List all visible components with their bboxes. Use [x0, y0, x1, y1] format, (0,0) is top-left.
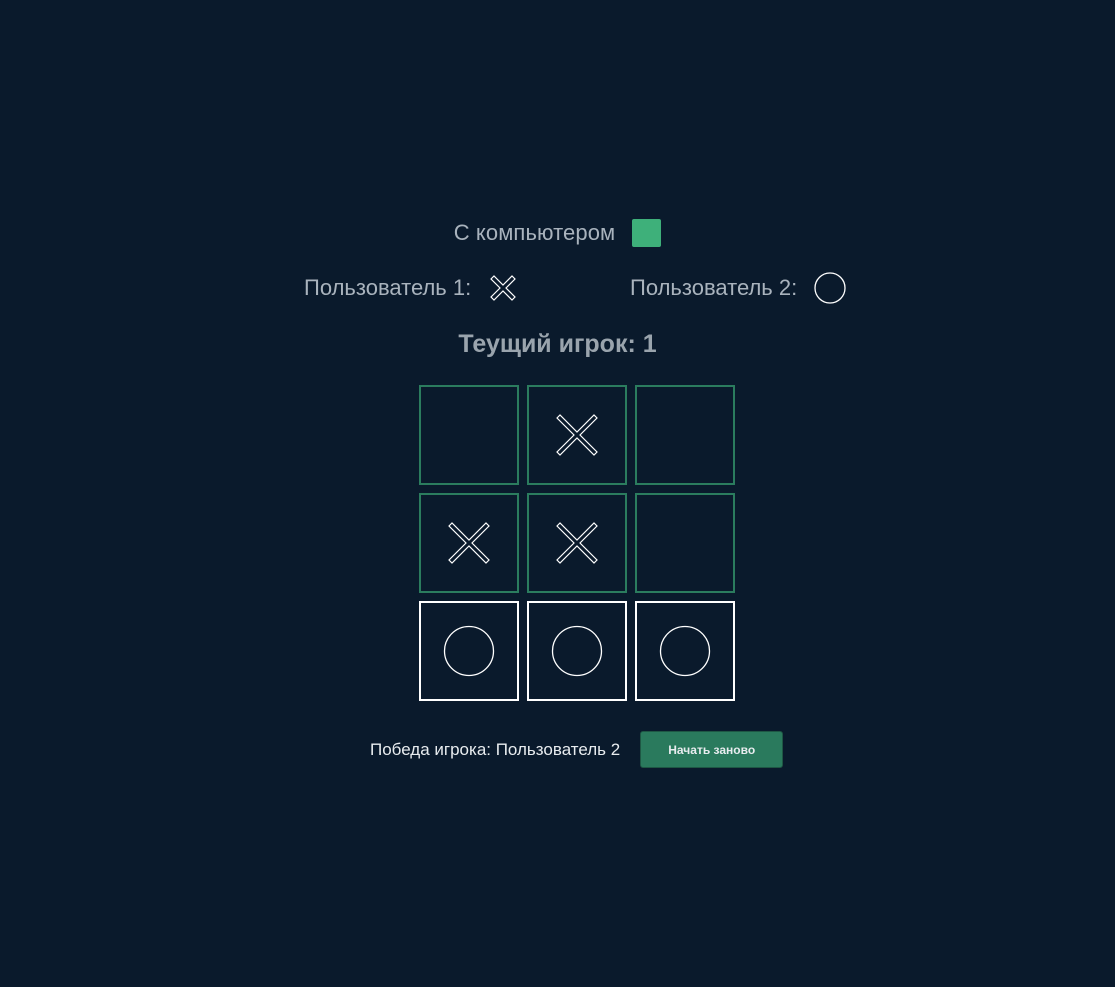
x-mark-icon [556, 522, 598, 564]
x-mark-icon [448, 522, 490, 564]
player-1-label: Пользователь 1: [304, 275, 472, 300]
players-row: Пользователь 1: Пользователь 2: [0, 268, 1115, 308]
board-cell-0-2[interactable] [635, 385, 735, 485]
o-mark-icon [659, 625, 711, 677]
o-mark-icon [443, 625, 495, 677]
x-icon [487, 272, 519, 304]
vs-computer-label: С компьютером [453, 220, 616, 245]
board-cell-0-0[interactable] [419, 385, 519, 485]
game-board [419, 385, 735, 701]
player-2-info: Пользователь 2: [630, 268, 847, 308]
restart-button[interactable]: Начать заново [640, 731, 784, 768]
player-2-label: Пользователь 2: [630, 275, 798, 300]
board-cell-2-1[interactable] [527, 601, 627, 701]
current-player: Теущий игрок: 1 [458, 330, 657, 358]
board-cell-0-1[interactable] [527, 385, 627, 485]
circle-icon [813, 271, 847, 305]
board-cell-2-2[interactable] [635, 601, 735, 701]
x-mark-icon [556, 414, 598, 456]
board-cell-2-0[interactable] [419, 601, 519, 701]
board-cell-1-2[interactable] [635, 493, 735, 593]
winner-message: Победа игрока: Пользователь 2 [370, 739, 621, 759]
game-page: С компьютером Пользователь 1: Пользовате… [0, 0, 1115, 987]
mode-row: С компьютером [0, 216, 1115, 250]
status-row: Победа игрока: Пользователь 2 Начать зан… [370, 731, 784, 768]
vs-computer-toggle[interactable] [632, 219, 662, 247]
board-cell-1-0[interactable] [419, 493, 519, 593]
o-mark-icon [551, 625, 603, 677]
board-cell-1-1[interactable] [527, 493, 627, 593]
player-1-info: Пользователь 1: [304, 268, 519, 308]
